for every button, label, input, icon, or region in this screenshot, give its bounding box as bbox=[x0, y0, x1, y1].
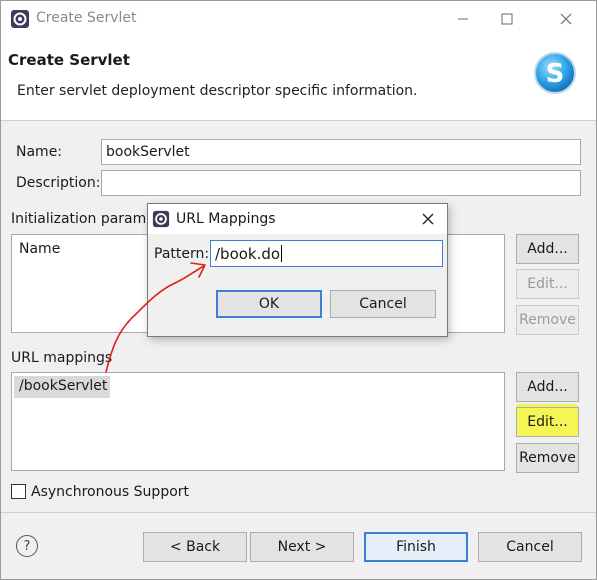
pattern-value: /book.do bbox=[215, 244, 281, 263]
maximize-icon bbox=[501, 13, 513, 25]
minimize-button[interactable] bbox=[448, 8, 478, 30]
dialog-app-icon bbox=[152, 210, 170, 228]
async-support-label: Asynchronous Support bbox=[31, 484, 190, 500]
wizard-title: Create Servlet bbox=[8, 51, 130, 69]
name-value: bookServlet bbox=[106, 144, 190, 160]
svg-text:S: S bbox=[546, 59, 565, 89]
pattern-label: Pattern: bbox=[154, 246, 210, 262]
pattern-input[interactable]: /book.do bbox=[210, 240, 443, 267]
init-params-label: Initialization parame bbox=[11, 211, 155, 227]
dialog-cancel-button[interactable]: Cancel bbox=[330, 290, 436, 318]
window-title: Create Servlet bbox=[36, 10, 137, 26]
name-field[interactable]: bookServlet bbox=[101, 139, 581, 165]
url-edit-button[interactable]: Edit... bbox=[516, 407, 579, 437]
dialog-title: URL Mappings bbox=[176, 211, 276, 227]
description-label: Description: bbox=[16, 175, 101, 191]
url-add-button[interactable]: Add... bbox=[516, 372, 579, 402]
footer-separator bbox=[0, 512, 597, 513]
description-field[interactable] bbox=[101, 170, 581, 196]
finish-button[interactable]: Finish bbox=[364, 532, 468, 562]
help-icon[interactable]: ? bbox=[16, 535, 38, 557]
close-button[interactable] bbox=[551, 8, 581, 30]
async-support-checkbox[interactable] bbox=[11, 484, 26, 499]
init-add-button[interactable]: Add... bbox=[516, 234, 579, 264]
init-remove-button[interactable]: Remove bbox=[516, 305, 579, 335]
init-params-name-header[interactable]: Name bbox=[19, 241, 60, 257]
maximize-button[interactable] bbox=[492, 8, 522, 30]
servlet-logo-icon: S bbox=[534, 52, 576, 94]
minimize-icon bbox=[458, 18, 468, 20]
url-mapping-item: /bookServlet bbox=[19, 378, 108, 394]
wizard-banner: Create Servlet Enter servlet deployment … bbox=[0, 38, 597, 121]
url-mappings-dialog: URL Mappings Pattern: /book.do OK Cancel bbox=[147, 203, 448, 337]
dialog-close-icon bbox=[422, 213, 434, 225]
url-remove-button[interactable]: Remove bbox=[516, 443, 579, 473]
eclipse-app-icon bbox=[11, 10, 29, 28]
url-mappings-label: URL mappings bbox=[11, 350, 113, 366]
dialog-close-button[interactable] bbox=[416, 208, 440, 230]
wizard-description: Enter servlet deployment descriptor spec… bbox=[17, 83, 418, 99]
url-mapping-row-selected[interactable]: /bookServlet bbox=[14, 376, 110, 398]
cancel-button[interactable]: Cancel bbox=[478, 532, 582, 562]
next-button[interactable]: Next > bbox=[250, 532, 354, 562]
init-edit-button[interactable]: Edit... bbox=[516, 269, 579, 299]
dialog-ok-button[interactable]: OK bbox=[216, 290, 322, 318]
name-label: Name: bbox=[16, 144, 63, 160]
back-button[interactable]: < Back bbox=[143, 532, 247, 562]
close-icon bbox=[560, 13, 572, 25]
text-caret bbox=[281, 245, 283, 262]
